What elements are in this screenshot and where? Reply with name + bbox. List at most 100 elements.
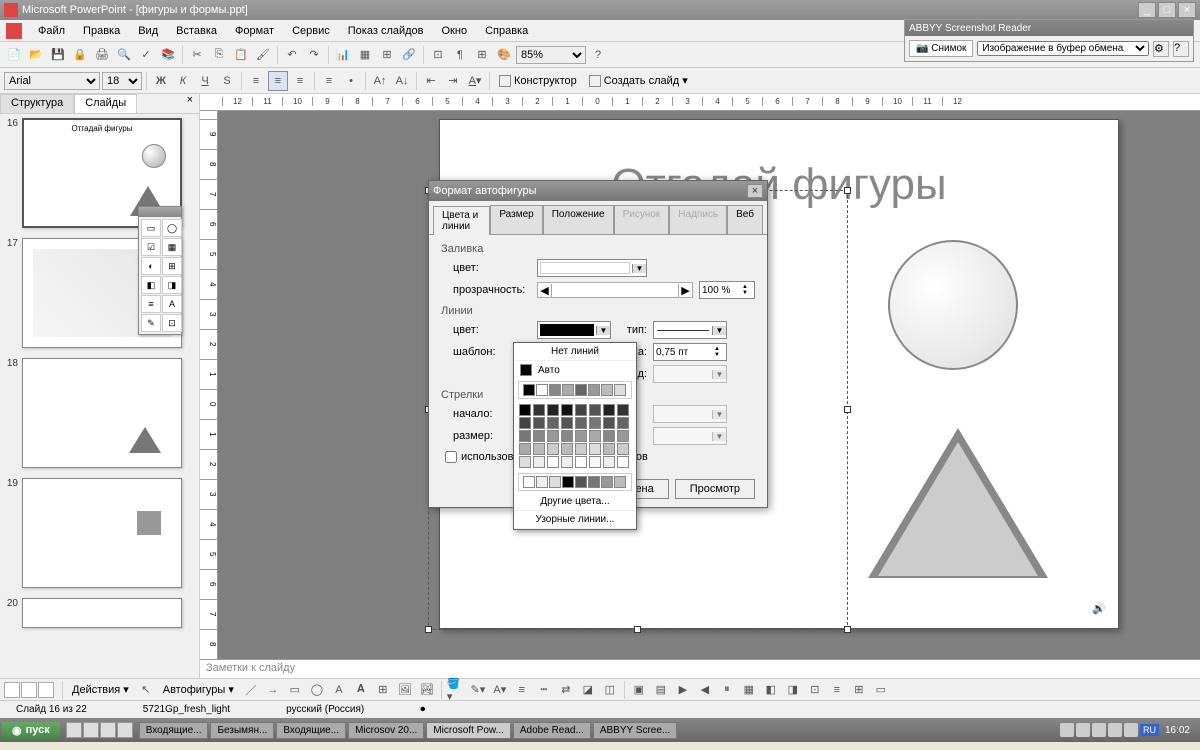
clock[interactable]: 16:02 <box>1161 725 1194 736</box>
cp-recent-2[interactable] <box>536 384 548 396</box>
preview-button[interactable]: Просмотр <box>675 479 755 499</box>
menu-file[interactable]: Файл <box>30 23 73 39</box>
tables-borders-icon[interactable]: ⊞ <box>377 45 397 65</box>
transparency-slider[interactable]: ◀▶ <box>537 282 693 298</box>
misc-1-icon[interactable]: ▣ <box>629 680 649 700</box>
ql-4[interactable] <box>117 722 133 738</box>
preview-icon[interactable]: 🔍 <box>114 45 134 65</box>
tray-5[interactable] <box>1124 723 1138 737</box>
mt-1[interactable]: ▭ <box>141 219 161 237</box>
misc-6-icon[interactable]: ▦ <box>739 680 759 700</box>
zoom-select[interactable]: 85% <box>516 46 586 64</box>
tab-outline[interactable]: Структура <box>0 94 74 113</box>
cp-no-line[interactable]: Нет линий <box>514 343 636 361</box>
thumb-19[interactable]: 19 <box>4 478 195 588</box>
abbyy-dest-select[interactable]: Изображение в буфер обмена <box>977 41 1149 56</box>
table-icon[interactable]: ▦ <box>355 45 375 65</box>
dialog-close-icon[interactable]: × <box>747 184 763 198</box>
misc-10-icon[interactable]: ≡ <box>827 680 847 700</box>
expand-icon[interactable]: ⊡ <box>428 45 448 65</box>
lang-indicator[interactable]: RU <box>1140 724 1159 736</box>
mini-toolbox[interactable]: ▭◯ ☑▦ ◐⊞ ◧◨ ≡A ✎⊡ <box>138 206 182 335</box>
bold-icon[interactable]: Ж <box>151 71 171 91</box>
fontsize-select[interactable]: 18 <box>102 72 142 90</box>
mt-6[interactable]: ⊞ <box>162 257 182 275</box>
line-style-icon[interactable]: ≡ <box>512 680 532 700</box>
arrow-icon[interactable]: → <box>263 680 283 700</box>
format-painter-icon[interactable]: 🖌 <box>253 45 273 65</box>
line-color-combo[interactable]: ▼ <box>537 321 611 339</box>
color-icon[interactable]: 🎨 <box>494 45 514 65</box>
cp-more-colors[interactable]: Другие цвета... <box>514 493 636 511</box>
menu-format[interactable]: Формат <box>227 23 282 39</box>
menu-edit[interactable]: Правка <box>75 23 128 39</box>
menu-view[interactable]: Вид <box>130 23 166 39</box>
misc-8-icon[interactable]: ◨ <box>783 680 803 700</box>
save-icon[interactable]: 💾 <box>48 45 68 65</box>
fill-color-icon[interactable]: 🪣▾ <box>446 680 466 700</box>
fill-color-combo[interactable]: ▼ <box>537 259 647 277</box>
sound-icon[interactable]: 🔊 <box>1092 602 1108 618</box>
tray-1[interactable] <box>1060 723 1074 737</box>
task-7[interactable]: ABBYY Scree... <box>593 722 677 739</box>
maximize-button[interactable]: □ <box>1158 2 1176 18</box>
spell-icon[interactable]: ✓ <box>136 45 156 65</box>
shadow-style-icon[interactable]: ◪ <box>578 680 598 700</box>
tray-2[interactable] <box>1076 723 1090 737</box>
menu-window[interactable]: Окно <box>434 23 476 39</box>
help-icon[interactable]: ? <box>588 45 608 65</box>
decrease-font-icon[interactable]: A↓ <box>392 71 412 91</box>
3d-style-icon[interactable]: ◫ <box>600 680 620 700</box>
line-weight-spin[interactable]: 0,75 пт▲▼ <box>653 343 727 361</box>
task-1[interactable]: Входящие... <box>139 722 209 739</box>
paste-icon[interactable]: 📋 <box>231 45 251 65</box>
menu-insert[interactable]: Вставка <box>168 23 225 39</box>
align-right-icon[interactable]: ≡ <box>290 71 310 91</box>
abbyy-toolbar[interactable]: ABBYY Screenshot Reader 📷 Снимок Изображ… <box>904 19 1194 62</box>
menu-slideshow[interactable]: Показ слайдов <box>340 23 432 39</box>
mt-3[interactable]: ☑ <box>141 238 161 256</box>
new-icon[interactable]: 📄 <box>4 45 24 65</box>
undo-icon[interactable]: ↶ <box>282 45 302 65</box>
cp-recent-1[interactable] <box>523 384 535 396</box>
abbyy-snapshot-button[interactable]: 📷 Снимок <box>909 40 973 57</box>
tab-position[interactable]: Положение <box>543 205 614 234</box>
open-icon[interactable]: 📂 <box>26 45 46 65</box>
shadow-icon[interactable]: S <box>217 71 237 91</box>
line-type-combo[interactable]: ▼ <box>653 321 727 339</box>
abbyy-help-icon[interactable]: ? <box>1173 41 1189 57</box>
tray-4[interactable] <box>1108 723 1122 737</box>
menu-help[interactable]: Справка <box>477 23 536 39</box>
cp-recent-4[interactable] <box>562 384 574 396</box>
clipart-icon[interactable]: 🖼 <box>395 680 415 700</box>
design-button[interactable]: Конструктор <box>494 71 582 91</box>
mt-7[interactable]: ◧ <box>141 276 161 294</box>
tab-colors-lines[interactable]: Цвета и линии <box>433 206 490 235</box>
misc-4-icon[interactable]: ◀ <box>695 680 715 700</box>
close-button[interactable]: × <box>1178 2 1196 18</box>
menu-tools[interactable]: Сервис <box>284 23 338 39</box>
tray-3[interactable] <box>1092 723 1106 737</box>
shape-circle[interactable] <box>888 240 1018 370</box>
thumbnails[interactable]: 16 Отгадай фигуры 17 18 19 20 <box>0 114 199 678</box>
increase-indent-icon[interactable]: ⇥ <box>443 71 463 91</box>
textbox-icon[interactable]: A <box>329 680 349 700</box>
show-format-icon[interactable]: ¶ <box>450 45 470 65</box>
transparency-spin[interactable]: 100 %▲▼ <box>699 281 755 299</box>
print-icon[interactable]: 🖨 <box>92 45 112 65</box>
cp-auto[interactable]: Авто <box>514 361 636 379</box>
task-4[interactable]: Microsov 20... <box>348 722 424 739</box>
view-slideshow-icon[interactable] <box>38 682 54 698</box>
tab-web[interactable]: Веб <box>727 205 763 234</box>
task-2[interactable]: Безымян... <box>210 722 274 739</box>
increase-font-icon[interactable]: A↑ <box>370 71 390 91</box>
task-6[interactable]: Adobe Read... <box>513 722 591 739</box>
shape-triangle[interactable] <box>868 428 1048 578</box>
mt-8[interactable]: ◨ <box>162 276 182 294</box>
align-left-icon[interactable]: ≡ <box>246 71 266 91</box>
ql-3[interactable] <box>100 722 116 738</box>
draw-actions-menu[interactable]: Действия▾ <box>67 680 134 700</box>
redo-icon[interactable]: ↷ <box>304 45 324 65</box>
font-color-icon2[interactable]: A▾ <box>490 680 510 700</box>
task-3[interactable]: Входящие... <box>276 722 346 739</box>
